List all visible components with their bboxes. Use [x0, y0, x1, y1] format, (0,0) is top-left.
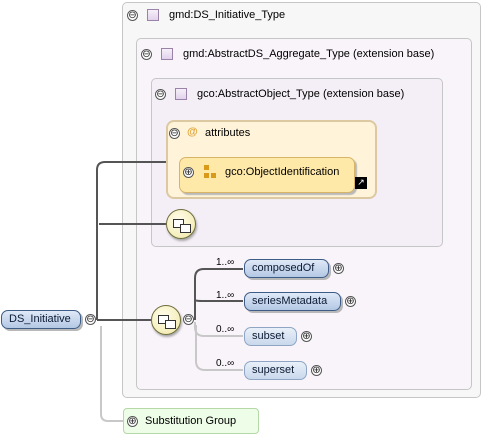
- substitution-group-label: Substitution Group: [145, 415, 237, 427]
- child-element-expand-toggle[interactable]: ⊕: [345, 296, 356, 307]
- child-cardinality: 1..∞: [216, 257, 235, 268]
- child-element-superset[interactable]: superset: [244, 361, 307, 380]
- child-cardinality: 1..∞: [216, 290, 235, 301]
- child-element-expand-toggle[interactable]: ⊕: [311, 365, 322, 376]
- root-element-ds-initiative[interactable]: DS_Initiative: [1, 310, 81, 329]
- sequence-collapse-toggle[interactable]: ⊖: [183, 314, 194, 325]
- child-element-composedof[interactable]: composedOf: [244, 259, 329, 278]
- sequence-icon[interactable]: [166, 209, 196, 239]
- child-element-subset[interactable]: subset: [244, 327, 297, 346]
- child-element-expand-toggle[interactable]: ⊕: [301, 331, 312, 342]
- connector-root-to-substitution-group: [100, 326, 124, 422]
- connector-root-to-attributes: [96, 161, 166, 320]
- sequence-icon[interactable]: [151, 305, 181, 335]
- root-element-collapse-toggle[interactable]: ⊖: [85, 314, 96, 325]
- child-element-seriesmetadata[interactable]: seriesMetadata: [244, 292, 341, 311]
- child-cardinality: 0..∞: [216, 358, 235, 369]
- substitution-group-expand-toggle[interactable]: ⊕: [127, 416, 138, 427]
- child-element-expand-toggle[interactable]: ⊕: [333, 263, 344, 274]
- child-cardinality: 0..∞: [216, 324, 235, 335]
- connector-lines: [96, 161, 243, 422]
